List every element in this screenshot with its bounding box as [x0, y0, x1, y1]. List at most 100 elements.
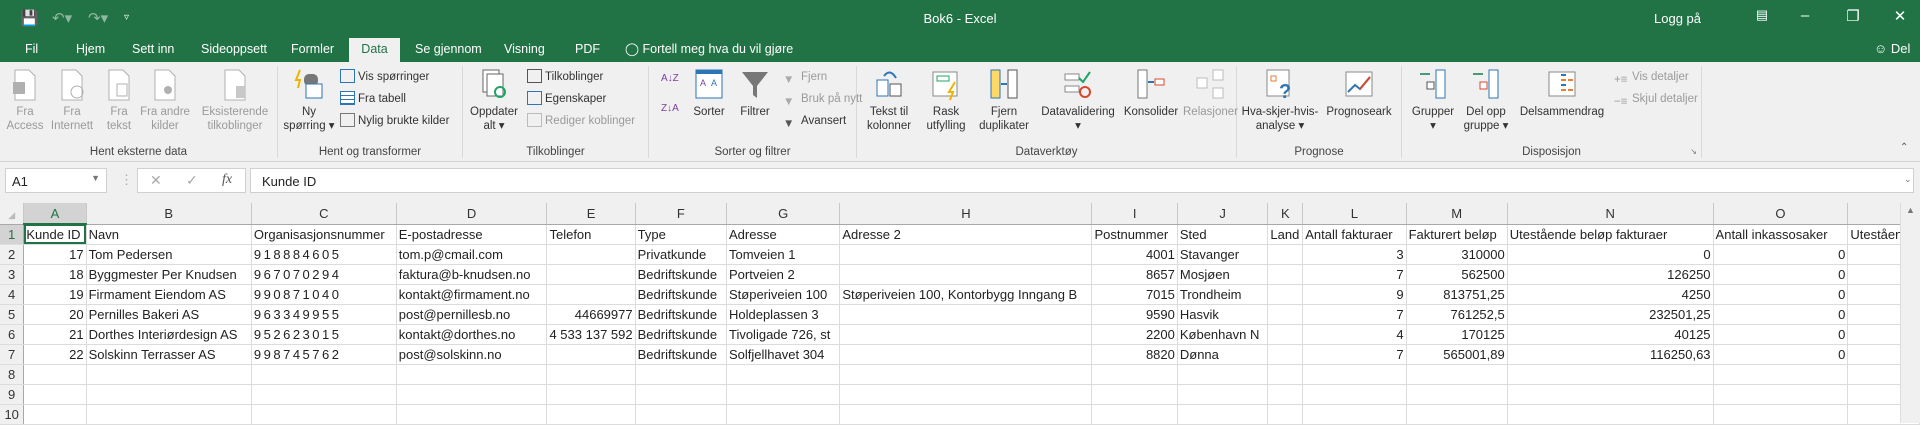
- column-header[interactable]: G: [726, 203, 841, 225]
- cell[interactable]: [251, 364, 397, 385]
- cell[interactable]: Utestående beløp fakturaer: [1507, 224, 1714, 245]
- cell[interactable]: faktura@b-knudsen.no: [396, 264, 548, 285]
- row-header[interactable]: 1: [0, 224, 25, 245]
- cell[interactable]: Tivoligade 726, st: [726, 324, 841, 345]
- cell[interactable]: [1302, 364, 1407, 385]
- restore-icon[interactable]: ❐: [1838, 7, 1868, 25]
- cell[interactable]: Dorthes Interiørdesign AS: [86, 324, 252, 345]
- column-header[interactable]: D: [396, 203, 548, 225]
- from-other-sources-button[interactable]: Fra andre kilder: [140, 68, 190, 133]
- cell[interactable]: [1267, 264, 1304, 285]
- ribbon-display-options-icon[interactable]: ▤: [1747, 7, 1777, 23]
- tab-se-gjennom[interactable]: Se gjennom: [407, 38, 490, 62]
- cell[interactable]: [1713, 404, 1849, 425]
- cell[interactable]: Postnummer: [1091, 224, 1178, 245]
- cell[interactable]: Sted: [1177, 224, 1269, 245]
- column-header[interactable]: A: [23, 203, 87, 225]
- cell[interactable]: [839, 344, 1093, 365]
- cell[interactable]: 4001: [1091, 244, 1178, 265]
- column-header[interactable]: O: [1713, 203, 1849, 225]
- share-button[interactable]: ☺ Del: [1874, 41, 1910, 56]
- cell[interactable]: post@solskinn.no: [396, 344, 548, 365]
- cell[interactable]: 990871040: [251, 284, 397, 305]
- cell[interactable]: Firmament Eiendom AS: [86, 284, 252, 305]
- row-header[interactable]: 10: [0, 404, 25, 425]
- data-validation-button[interactable]: Datavalidering ▾: [1037, 68, 1119, 133]
- cell[interactable]: 170125: [1406, 324, 1508, 345]
- cell[interactable]: [839, 404, 1093, 425]
- tab-fil[interactable]: Fil: [17, 38, 46, 62]
- cell[interactable]: Fakturert beløp: [1406, 224, 1508, 245]
- cell[interactable]: 20: [23, 304, 87, 325]
- sort-a-z-icon[interactable]: A↓Z: [661, 70, 679, 88]
- subtotal-button[interactable]: Delsammendrag: [1514, 68, 1610, 119]
- cell[interactable]: [726, 384, 841, 405]
- cell[interactable]: 310000: [1406, 244, 1508, 265]
- row-header[interactable]: 8: [0, 364, 25, 385]
- cell[interactable]: [1507, 384, 1714, 405]
- enter-icon[interactable]: ✓: [186, 172, 198, 189]
- existing-connections-button[interactable]: Eksisterende tilkoblinger: [200, 68, 270, 133]
- cell[interactable]: 918884605: [251, 244, 397, 265]
- column-header[interactable]: N: [1507, 203, 1714, 225]
- cell[interactable]: København N: [1177, 324, 1269, 345]
- cell[interactable]: [396, 384, 548, 405]
- cell[interactable]: [23, 404, 87, 425]
- column-header[interactable]: H: [839, 203, 1093, 225]
- cell[interactable]: 0: [1713, 324, 1849, 345]
- cell[interactable]: [1091, 364, 1178, 385]
- column-header[interactable]: L: [1302, 203, 1407, 225]
- cell[interactable]: [1713, 384, 1849, 405]
- cell[interactable]: [1177, 404, 1269, 425]
- cell[interactable]: [1302, 384, 1407, 405]
- cell[interactable]: [396, 364, 548, 385]
- cell[interactable]: 22: [23, 344, 87, 365]
- cell[interactable]: [1177, 364, 1269, 385]
- cell[interactable]: 2200: [1091, 324, 1178, 345]
- cell[interactable]: 0: [1713, 284, 1849, 305]
- cell[interactable]: Adresse: [726, 224, 841, 245]
- splitter-handle[interactable]: ⋮: [120, 172, 133, 188]
- cell[interactable]: 7015: [1091, 284, 1178, 305]
- cell[interactable]: [1267, 344, 1304, 365]
- cell[interactable]: kontakt@dorthes.no: [396, 324, 548, 345]
- cell[interactable]: [86, 364, 252, 385]
- insert-function-icon[interactable]: fx: [222, 172, 232, 188]
- cell[interactable]: Bedriftskunde: [635, 284, 727, 305]
- cell[interactable]: 0: [1713, 344, 1849, 365]
- tell-me-search[interactable]: ◯ Fortell meg hva du vil gjøre: [617, 38, 801, 62]
- cell[interactable]: 562500: [1406, 264, 1508, 285]
- cell[interactable]: [86, 404, 252, 425]
- chevron-down-icon[interactable]: ▼: [91, 173, 100, 183]
- cell[interactable]: 0: [1507, 244, 1714, 265]
- advanced-filter-button[interactable]: ▼ Avansert: [783, 112, 846, 130]
- relationships-button[interactable]: Relasjoner: [1183, 68, 1238, 119]
- row-header[interactable]: 6: [0, 324, 25, 345]
- cell[interactable]: [1406, 384, 1508, 405]
- cell[interactable]: [839, 264, 1093, 285]
- tab-formler[interactable]: Formler: [283, 38, 342, 62]
- cell[interactable]: 4 533 137 592: [546, 324, 636, 345]
- cell[interactable]: [839, 244, 1093, 265]
- name-box[interactable]: A1 ▼: [5, 168, 107, 193]
- cell[interactable]: 8657: [1091, 264, 1178, 285]
- row-header[interactable]: 7: [0, 344, 25, 365]
- cell[interactable]: Portveien 2: [726, 264, 841, 285]
- cell[interactable]: Hasvik: [1177, 304, 1269, 325]
- cell[interactable]: [1091, 404, 1178, 425]
- cell[interactable]: 998745762: [251, 344, 397, 365]
- cell[interactable]: [1507, 364, 1714, 385]
- cell[interactable]: Bedriftskunde: [635, 324, 727, 345]
- row-header[interactable]: 2: [0, 244, 25, 265]
- sort-z-a-icon[interactable]: Z↓A: [661, 100, 679, 118]
- cell[interactable]: [839, 384, 1093, 405]
- remove-duplicates-button[interactable]: Fjern duplikater: [975, 68, 1033, 133]
- cell[interactable]: [23, 364, 87, 385]
- tab-sideoppsett[interactable]: Sideoppsett: [193, 38, 275, 62]
- show-detail-button[interactable]: +≡ Vis detaljer: [1614, 68, 1689, 86]
- cell[interactable]: [23, 384, 87, 405]
- cell[interactable]: [1406, 404, 1508, 425]
- cell[interactable]: post@pernillesb.no: [396, 304, 548, 325]
- cell[interactable]: kontakt@firmament.no: [396, 284, 548, 305]
- column-header[interactable]: C: [251, 203, 397, 225]
